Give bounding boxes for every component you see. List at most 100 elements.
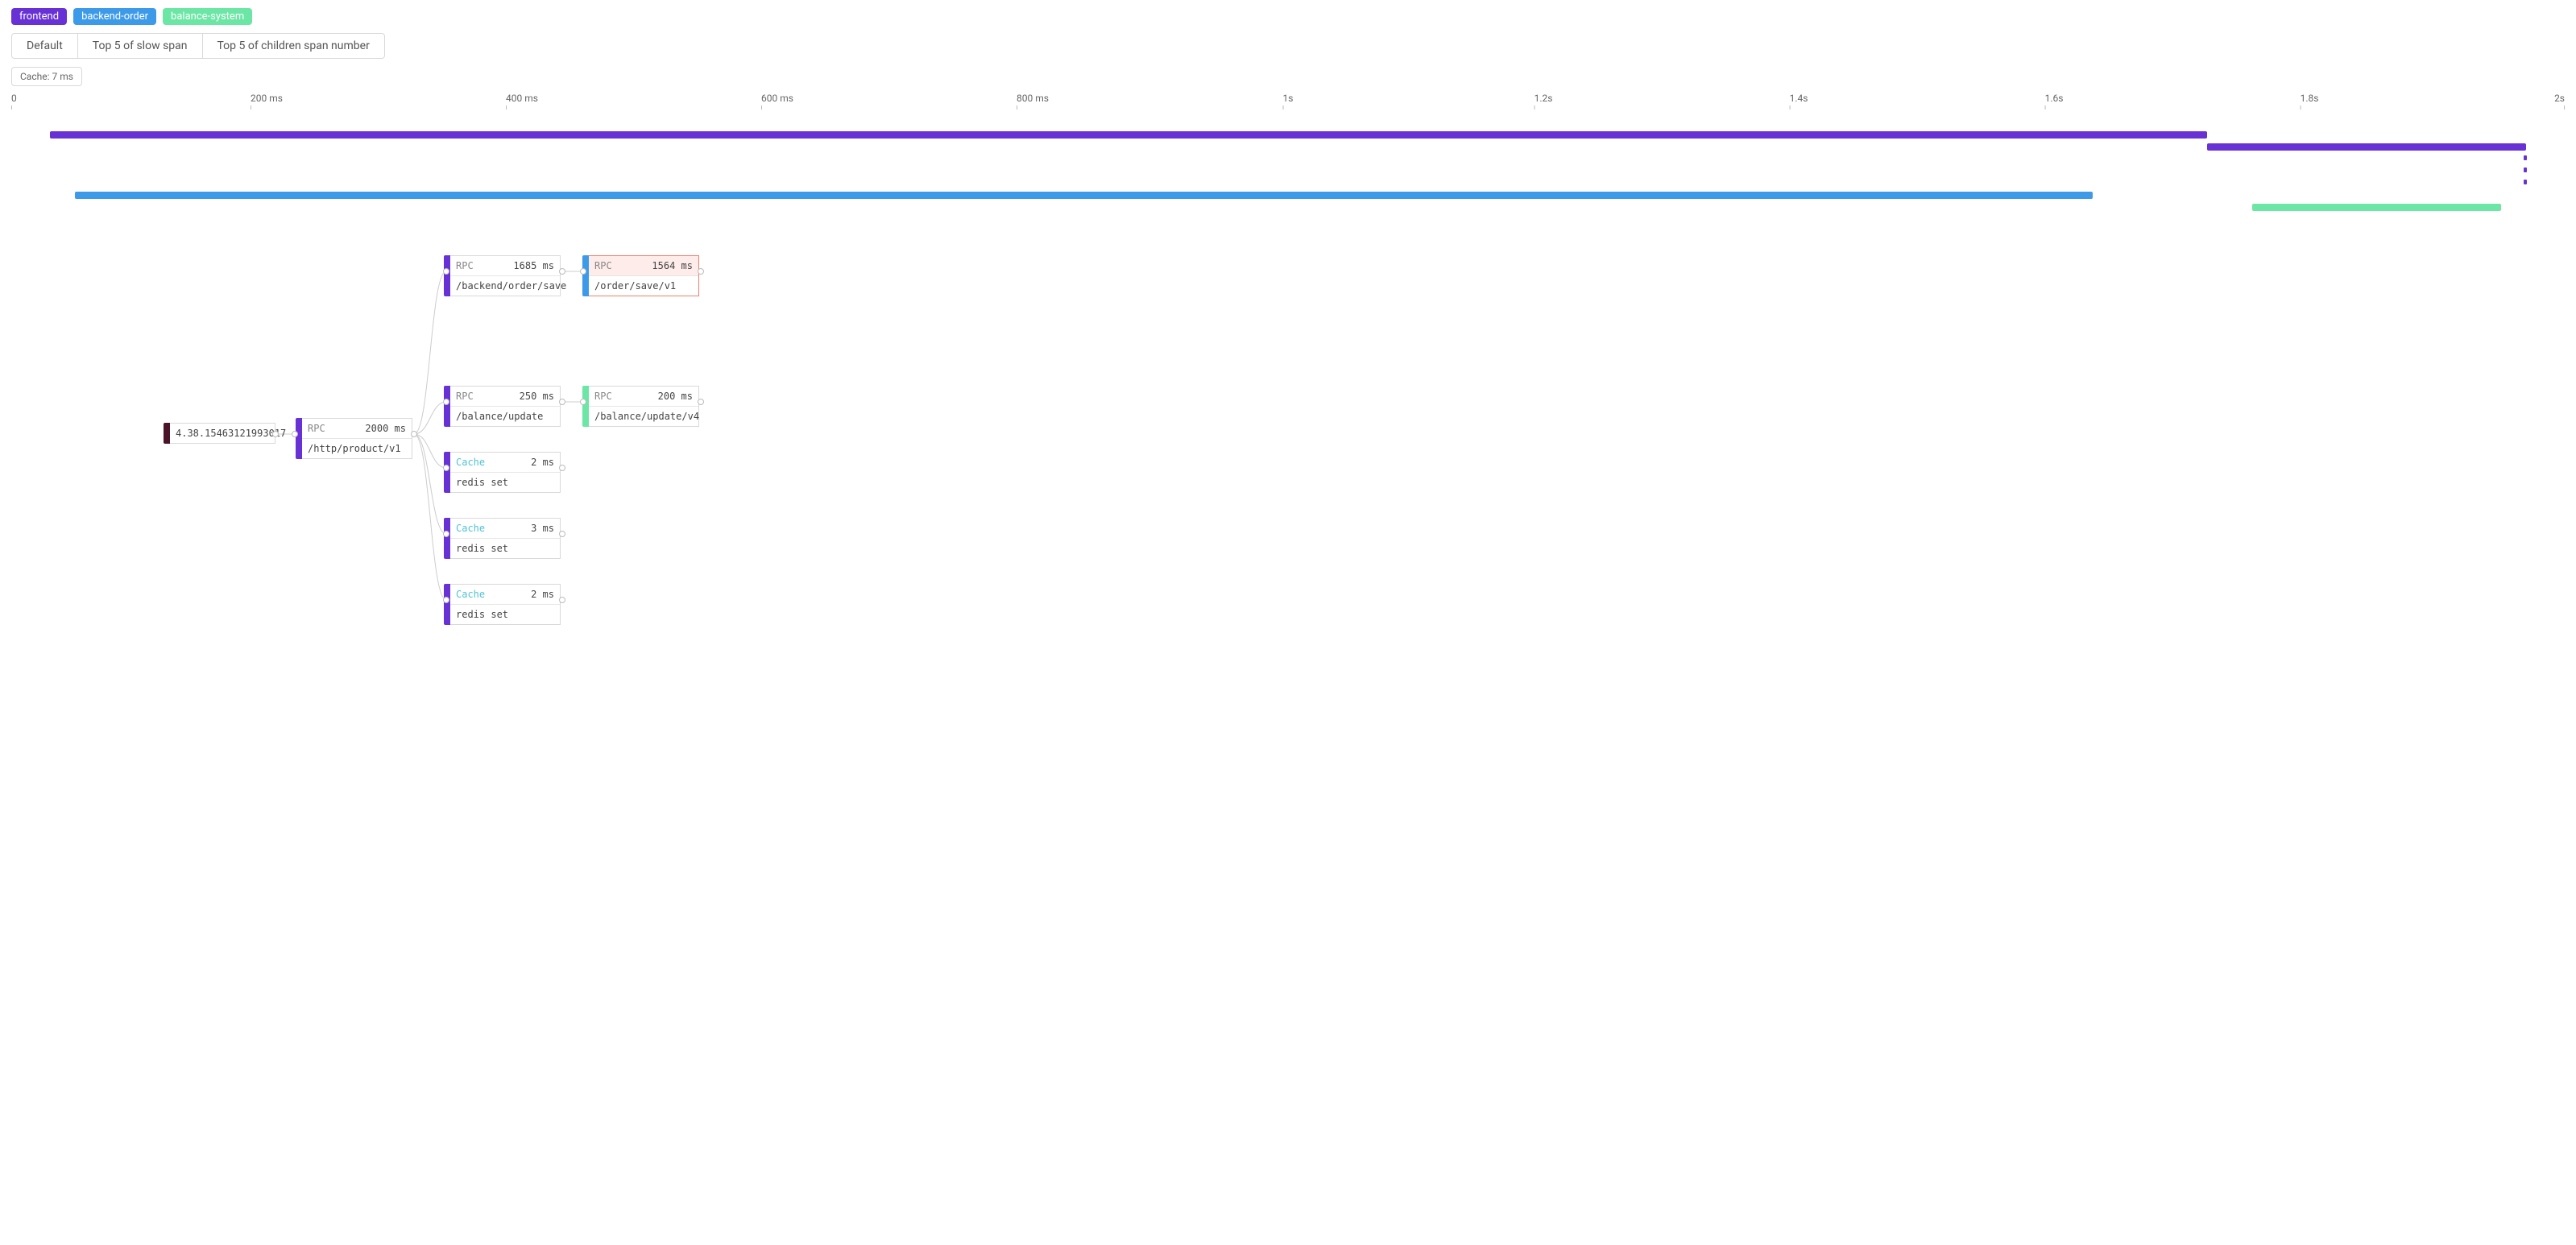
node-cache-redis-2[interactable]: Cache 3 ms redis set (449, 518, 561, 559)
node-http-product[interactable]: RPC 2000 ms /http/product/v1 (301, 418, 412, 459)
timeline-span[interactable] (50, 131, 2208, 139)
connector-dot (443, 597, 449, 603)
axis-tick: 600 ms (761, 93, 793, 110)
node-type: Cache (456, 457, 485, 468)
node-duration: 3 ms (531, 523, 554, 534)
timeline-span[interactable] (2252, 204, 2501, 211)
node-order-save-v1[interactable]: RPC 1564 ms /order/save/v1 (588, 255, 699, 296)
node-balance-update[interactable]: RPC 250 ms /balance/update (449, 386, 561, 427)
connector-dot (698, 268, 704, 275)
cache-chip[interactable]: Cache: 7 ms (11, 67, 82, 86)
connector-dot (559, 597, 565, 603)
node-duration: 2 ms (531, 457, 554, 468)
node-path: /http/product/v1 (302, 439, 412, 458)
axis-tick: 0 (11, 93, 17, 110)
axis-tick: 800 ms (1017, 93, 1049, 110)
legend-backend-order[interactable]: backend-order (73, 8, 156, 25)
axis-tick: 1.8s (2301, 93, 2319, 110)
node-path: /balance/update (450, 407, 560, 426)
axis-tick-mark (1283, 105, 1284, 110)
timeline-span[interactable] (2524, 180, 2527, 184)
node-stripe (582, 255, 589, 296)
node-stripe (444, 452, 450, 493)
node-root[interactable]: 4.38.15463121993017 (169, 423, 275, 444)
trace-tree: 4.38.15463121993017 RPC 2000 ms /http/pr… (11, 252, 2565, 639)
axis-tick: 1.2s (1534, 93, 1553, 110)
connector-dot (559, 268, 565, 275)
connector-dot (559, 465, 565, 471)
node-duration: 2 ms (531, 589, 554, 600)
node-path: redis set (450, 605, 560, 624)
connector-dot (443, 465, 449, 471)
node-path: redis set (450, 473, 560, 492)
node-type: RPC (594, 260, 612, 271)
node-cache-redis-1[interactable]: Cache 2 ms redis set (449, 452, 561, 493)
connector-dot (580, 399, 586, 405)
legend-frontend[interactable]: frontend (11, 8, 67, 25)
axis-tick-mark (1534, 105, 1535, 110)
node-stripe (164, 423, 170, 444)
connector-dot (698, 399, 704, 405)
connector-dot (443, 399, 449, 405)
axis-tick-mark (11, 105, 12, 110)
tab-slow-span[interactable]: Top 5 of slow span (77, 33, 203, 59)
axis-tick-label: 1.4s (1790, 93, 1808, 104)
axis-tick-label: 1.6s (2045, 93, 2064, 104)
node-cache-redis-3[interactable]: Cache 2 ms redis set (449, 584, 561, 625)
axis-tick-mark (761, 105, 762, 110)
timeline-span[interactable] (2524, 155, 2527, 160)
connector-dot (292, 431, 298, 437)
axis-tick-mark (1790, 105, 1791, 110)
service-legend: frontend backend-order balance-system (11, 8, 2565, 25)
node-type: RPC (594, 391, 612, 402)
axis-tick-mark (2045, 105, 2046, 110)
axis-tick-label: 1.8s (2301, 93, 2319, 104)
axis-tick: 1.6s (2045, 93, 2064, 110)
connector-dot (559, 531, 565, 537)
axis-tick-label: 600 ms (761, 93, 793, 104)
axis-tick-label: 1.2s (1534, 93, 1553, 104)
axis-tick: 1.4s (1790, 93, 1808, 110)
tab-default[interactable]: Default (11, 33, 78, 59)
axis-tick-label: 1s (1283, 93, 1294, 104)
timeline-span[interactable] (2207, 143, 2526, 151)
connector-dot (559, 399, 565, 405)
connector-dot (411, 431, 417, 437)
node-stripe (582, 386, 589, 427)
legend-balance-system[interactable]: balance-system (163, 8, 252, 25)
axis-tick-label: 0 (11, 93, 17, 104)
node-path: /balance/update/v4 (589, 407, 698, 426)
node-duration: 1564 ms (652, 260, 693, 271)
axis-tick-mark (506, 105, 507, 110)
node-balance-update-v4[interactable]: RPC 200 ms /balance/update/v4 (588, 386, 699, 427)
node-stripe (444, 584, 450, 625)
timeline-span[interactable] (2524, 168, 2527, 172)
connector-dot (580, 268, 586, 275)
node-path: /order/save/v1 (589, 276, 698, 296)
axis-tick-label: 800 ms (1017, 93, 1049, 104)
node-path: /backend/order/save (450, 276, 560, 296)
axis-tick-label: 400 ms (506, 93, 538, 104)
node-path: redis set (450, 539, 560, 558)
node-type: Cache (456, 589, 485, 600)
axis-tick-label: 200 ms (251, 93, 283, 104)
node-stripe (296, 418, 302, 459)
axis-tick-mark (2564, 105, 2565, 110)
axis-tick: 2s (2554, 93, 2565, 110)
node-stripe (444, 386, 450, 427)
axis-tick: 1s (1283, 93, 1294, 110)
node-path: 4.38.15463121993017 (176, 428, 286, 439)
timeline: 0 200 ms 400 ms 600 ms 800 ms 1s 1.2s 1.4s 1.6s 1… (11, 93, 2565, 228)
axis-tick: 400 ms (506, 93, 538, 110)
connector-dot (272, 431, 279, 437)
axis-tick-label: 2s (2554, 93, 2565, 104)
timeline-span[interactable] (75, 192, 2092, 199)
node-type: RPC (456, 391, 474, 402)
tab-children[interactable]: Top 5 of children span number (202, 33, 385, 59)
node-type: RPC (456, 260, 474, 271)
timeline-bars (11, 131, 2565, 228)
axis-tick: 200 ms (251, 93, 283, 110)
node-backend-order-save[interactable]: RPC 1685 ms /backend/order/save (449, 255, 561, 296)
node-type: Cache (456, 523, 485, 534)
connector-dot (443, 268, 449, 275)
